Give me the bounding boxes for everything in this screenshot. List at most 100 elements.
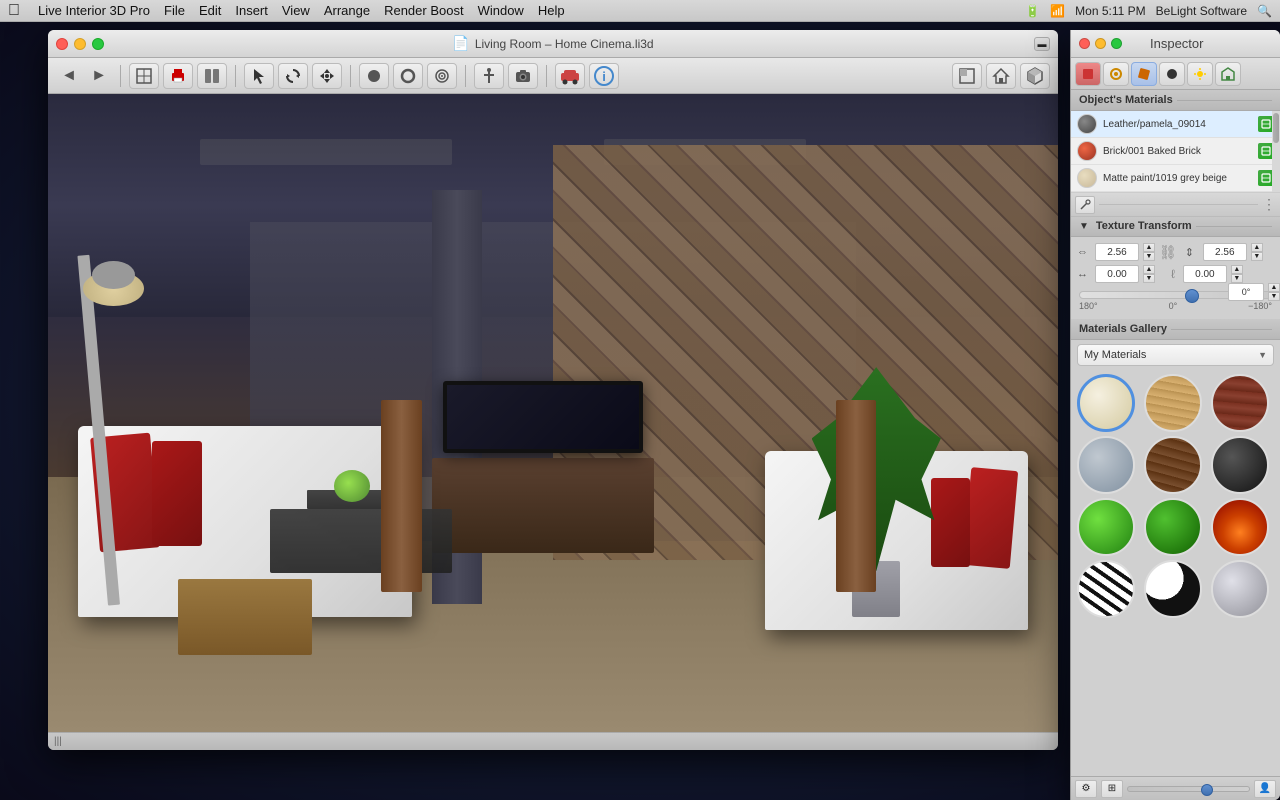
width-stepper[interactable]: ▲ ▼ — [1143, 243, 1155, 261]
toolbar-menu-dots[interactable]: ⋮ — [1262, 196, 1276, 213]
rotation-down[interactable]: ▼ — [1268, 292, 1280, 301]
tab-material[interactable] — [1131, 62, 1157, 86]
menubar-right: 🔋 📶 Mon 5:11 PM BeLight Software 🔍 — [1025, 4, 1272, 18]
tab-light[interactable] — [1187, 62, 1213, 86]
rotate-tool[interactable] — [278, 63, 308, 89]
transform-collapse-arrow[interactable]: ▼ — [1079, 221, 1089, 232]
materials-section-header: Object's Materials — [1071, 90, 1280, 111]
tab-object[interactable] — [1075, 62, 1101, 86]
material-item-paint[interactable]: Matte paint/1019 grey beige — [1071, 165, 1280, 192]
info-button[interactable]: i — [589, 63, 619, 89]
camera-button[interactable] — [508, 63, 538, 89]
tab-texture[interactable] — [1159, 62, 1185, 86]
rotation-input[interactable]: 0° — [1228, 283, 1264, 301]
material-item-brick[interactable]: Brick/001 Baked Brick — [1071, 138, 1280, 165]
inspector-maximize[interactable] — [1111, 38, 1122, 49]
toolbar-separator-5 — [546, 65, 547, 87]
2d-view-btn[interactable] — [952, 63, 982, 89]
edit-menu[interactable]: Edit — [199, 3, 221, 18]
inspector-minimize[interactable] — [1095, 38, 1106, 49]
tab-sphere[interactable] — [1103, 62, 1129, 86]
maximize-button[interactable] — [92, 38, 104, 50]
material-sphere-fire[interactable] — [1211, 498, 1269, 556]
inspector-person-btn[interactable]: 👤 — [1254, 780, 1276, 798]
offset-y-up[interactable]: ▲ — [1231, 265, 1243, 274]
material-sphere-green-ball[interactable] — [1077, 498, 1135, 556]
apple-menu[interactable]:  — [8, 2, 20, 20]
eyedropper-tool[interactable] — [1075, 196, 1095, 214]
window-resize-btn[interactable]: ▬ — [1034, 37, 1050, 51]
back-button[interactable]: ◄ — [56, 63, 82, 89]
width-down-btn[interactable]: ▼ — [1143, 252, 1155, 261]
inspector-grid-btn[interactable]: ⊞ — [1101, 780, 1123, 798]
material-sphere-silver-tile[interactable] — [1077, 436, 1135, 494]
person-tool[interactable] — [474, 63, 504, 89]
texture-transform-header: ▼ Texture Transform — [1071, 217, 1280, 237]
render-boost-menu[interactable]: Render Boost — [384, 3, 464, 18]
target-tool[interactable] — [427, 63, 457, 89]
material-sphere-zebra[interactable] — [1077, 560, 1135, 618]
select-tool[interactable] — [244, 63, 274, 89]
inspector-settings-btn[interactable]: ⚙ — [1075, 780, 1097, 798]
materials-list[interactable]: Leather/pamela_09014 Brick/001 Baked Bri… — [1071, 111, 1280, 193]
offset-y-input[interactable]: 0.00 — [1183, 265, 1227, 283]
close-button[interactable] — [56, 38, 68, 50]
rotation-stepper[interactable]: ▲ ▼ — [1268, 283, 1280, 301]
material-sphere-black[interactable] — [1211, 436, 1269, 494]
offset-x-input[interactable]: 0.00 — [1095, 265, 1139, 283]
tab-room[interactable] — [1215, 62, 1241, 86]
materials-scroll-thumb[interactable] — [1273, 113, 1279, 143]
width-up-btn[interactable]: ▲ — [1143, 243, 1155, 252]
print-button[interactable] — [163, 63, 193, 89]
car-button[interactable] — [555, 63, 585, 89]
view-menu[interactable]: View — [282, 3, 310, 18]
material-item-leather[interactable]: Leather/pamela_09014 — [1071, 111, 1280, 138]
chain-link-icon[interactable]: ⛓ — [1159, 244, 1177, 261]
offset-y-down[interactable]: ▼ — [1231, 274, 1243, 283]
help-menu[interactable]: Help — [538, 3, 565, 18]
file-menu[interactable]: File — [164, 3, 185, 18]
material-sphere-cream[interactable] — [1077, 374, 1135, 432]
height-stepper[interactable]: ▲ ▼ — [1251, 243, 1263, 261]
3d-view-btn[interactable] — [1020, 63, 1050, 89]
app-name-menu[interactable]: Live Interior 3D Pro — [38, 3, 150, 18]
width-input[interactable]: 2.56 — [1095, 243, 1139, 261]
home-layout-btn[interactable] — [986, 63, 1016, 89]
floorplan-button[interactable] — [129, 63, 159, 89]
materials-scrollbar[interactable] — [1272, 111, 1280, 192]
material-sphere-metal[interactable] — [1211, 560, 1269, 618]
inspector-close[interactable] — [1079, 38, 1090, 49]
rotation-up[interactable]: ▲ — [1268, 283, 1280, 292]
width-icon: ⇔ — [1077, 246, 1091, 258]
viewport[interactable] — [48, 94, 1058, 732]
texture-transform-title: Texture Transform — [1096, 220, 1192, 232]
rotation-thumb[interactable] — [1185, 289, 1199, 303]
offset-x-down[interactable]: ▼ — [1143, 274, 1155, 283]
window-menu[interactable]: Window — [478, 3, 524, 18]
offset-x-up[interactable]: ▲ — [1143, 265, 1155, 274]
material-sphere-wood-dark[interactable] — [1144, 436, 1202, 494]
material-sphere-green-dark[interactable] — [1144, 498, 1202, 556]
traffic-lights — [56, 38, 104, 50]
arrange-menu[interactable]: Arrange — [324, 3, 370, 18]
offset-x-stepper[interactable]: ▲ ▼ — [1143, 265, 1155, 283]
insert-menu[interactable]: Insert — [235, 3, 268, 18]
material-sphere-spots[interactable] — [1144, 560, 1202, 618]
ring-tool[interactable] — [393, 63, 423, 89]
minimize-button[interactable] — [74, 38, 86, 50]
move-tool[interactable] — [312, 63, 342, 89]
inspector-zoom-slider[interactable] — [1127, 786, 1250, 792]
forward-button[interactable]: ► — [86, 63, 112, 89]
inspector-bottom-bar: ⚙ ⊞ 👤 — [1071, 776, 1280, 800]
height-up-btn[interactable]: ▲ — [1251, 243, 1263, 252]
material-sphere-wood-light[interactable] — [1144, 374, 1202, 432]
height-down-btn[interactable]: ▼ — [1251, 252, 1263, 261]
search-icon[interactable]: 🔍 — [1257, 4, 1272, 18]
height-input[interactable]: 2.56 — [1203, 243, 1247, 261]
zoom-thumb[interactable] — [1201, 784, 1213, 796]
view-toggle-button[interactable] — [197, 63, 227, 89]
offset-y-stepper[interactable]: ▲ ▼ — [1231, 265, 1243, 283]
gallery-dropdown[interactable]: My Materials ▼ — [1077, 344, 1274, 366]
sphere-tool[interactable] — [359, 63, 389, 89]
material-sphere-brick[interactable] — [1211, 374, 1269, 432]
